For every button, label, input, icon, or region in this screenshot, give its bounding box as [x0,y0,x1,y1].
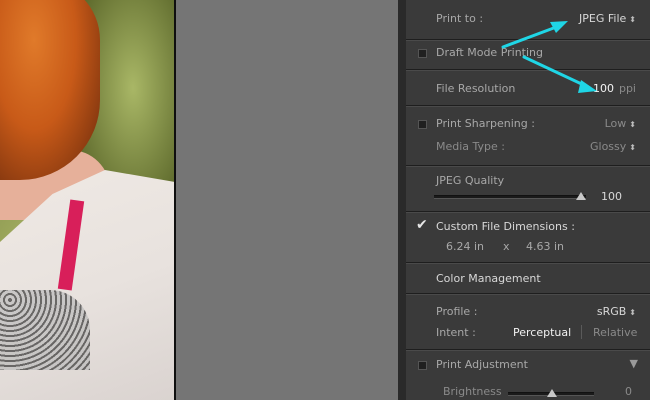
print-to-dropdown[interactable]: JPEG File ⬍ [579,12,636,25]
custom-dimensions-label: Custom File Dimensions : [436,220,575,233]
sharpening-checkbox[interactable] [418,120,427,129]
photo-border [174,0,176,400]
collapse-triangle-icon[interactable]: ▼ [630,357,638,370]
intent-separator [581,325,582,339]
draft-mode-checkbox[interactable] [418,49,427,58]
print-job-panel: Print to : JPEG File ⬍ Draft Mode Printin… [398,0,650,400]
brightness-slider-thumb[interactable] [547,389,557,397]
updown-icon: ⬍ [629,143,636,152]
intent-label: Intent : [436,326,476,339]
print-to-row: Print to : JPEG File ⬍ [406,0,650,40]
draft-mode-row: Draft Mode Printing [406,40,650,70]
photo-lace [0,290,90,370]
print-adjustment-row: Print Adjustment ▼ Brightness 0 [406,350,650,400]
jpeg-quality-slider[interactable] [434,195,586,199]
updown-icon: ⬍ [629,308,636,317]
media-type-value: Glossy [590,140,627,153]
updown-icon: ⬍ [629,120,636,129]
draft-mode-label: Draft Mode Printing [436,46,544,59]
custom-width-value[interactable]: 6.24 in [446,240,484,253]
updown-icon: ⬍ [629,15,636,24]
intent-relative[interactable]: Relative [593,326,637,339]
jpeg-quality-row: JPEG Quality 100 [406,166,650,212]
file-resolution-label: File Resolution [436,82,516,95]
color-management-header: Color Management [406,263,650,294]
print-to-label: Print to : [436,12,484,25]
profile-dropdown[interactable]: sRGB ⬍ [597,305,636,318]
media-type-dropdown[interactable]: Glossy ⬍ [590,140,636,153]
jpeg-quality-value[interactable]: 100 [601,190,622,203]
file-resolution-row: File Resolution 100 ppi [406,70,650,106]
print-to-value: JPEG File [579,12,627,25]
profile-value: sRGB [596,305,627,318]
sharpening-dropdown[interactable]: Low ⬍ [605,117,636,130]
dimension-separator: x [503,240,510,253]
profile-label: Profile : [436,305,478,318]
jpeg-quality-slider-thumb[interactable] [576,192,586,200]
color-management-title: Color Management [436,272,541,285]
custom-dimensions-row: ✔ Custom File Dimensions : 6.24 in x 4.6… [406,212,650,263]
sharpening-value: Low [604,117,627,130]
color-management-body: Profile : sRGB ⬍ Intent : Perceptual Rela… [406,294,650,350]
brightness-label: Brightness [443,385,502,398]
sharpening-label: Print Sharpening : [436,117,535,130]
print-adjustment-checkbox[interactable] [418,361,427,370]
photo-preview [0,0,175,400]
print-adjustment-label: Print Adjustment [436,358,528,371]
file-resolution-value[interactable]: 100 [593,82,614,95]
intent-perceptual[interactable]: Perceptual [513,326,571,339]
jpeg-quality-label: JPEG Quality [436,174,505,187]
custom-height-value[interactable]: 4.63 in [526,240,564,253]
file-resolution-unit: ppi [618,82,636,95]
checkmark-icon[interactable]: ✔ [416,217,428,233]
sharpening-row: Print Sharpening : Low ⬍ Media Type : Glo… [406,106,650,166]
media-type-label: Media Type : [436,140,506,153]
brightness-value: 0 [625,385,632,398]
